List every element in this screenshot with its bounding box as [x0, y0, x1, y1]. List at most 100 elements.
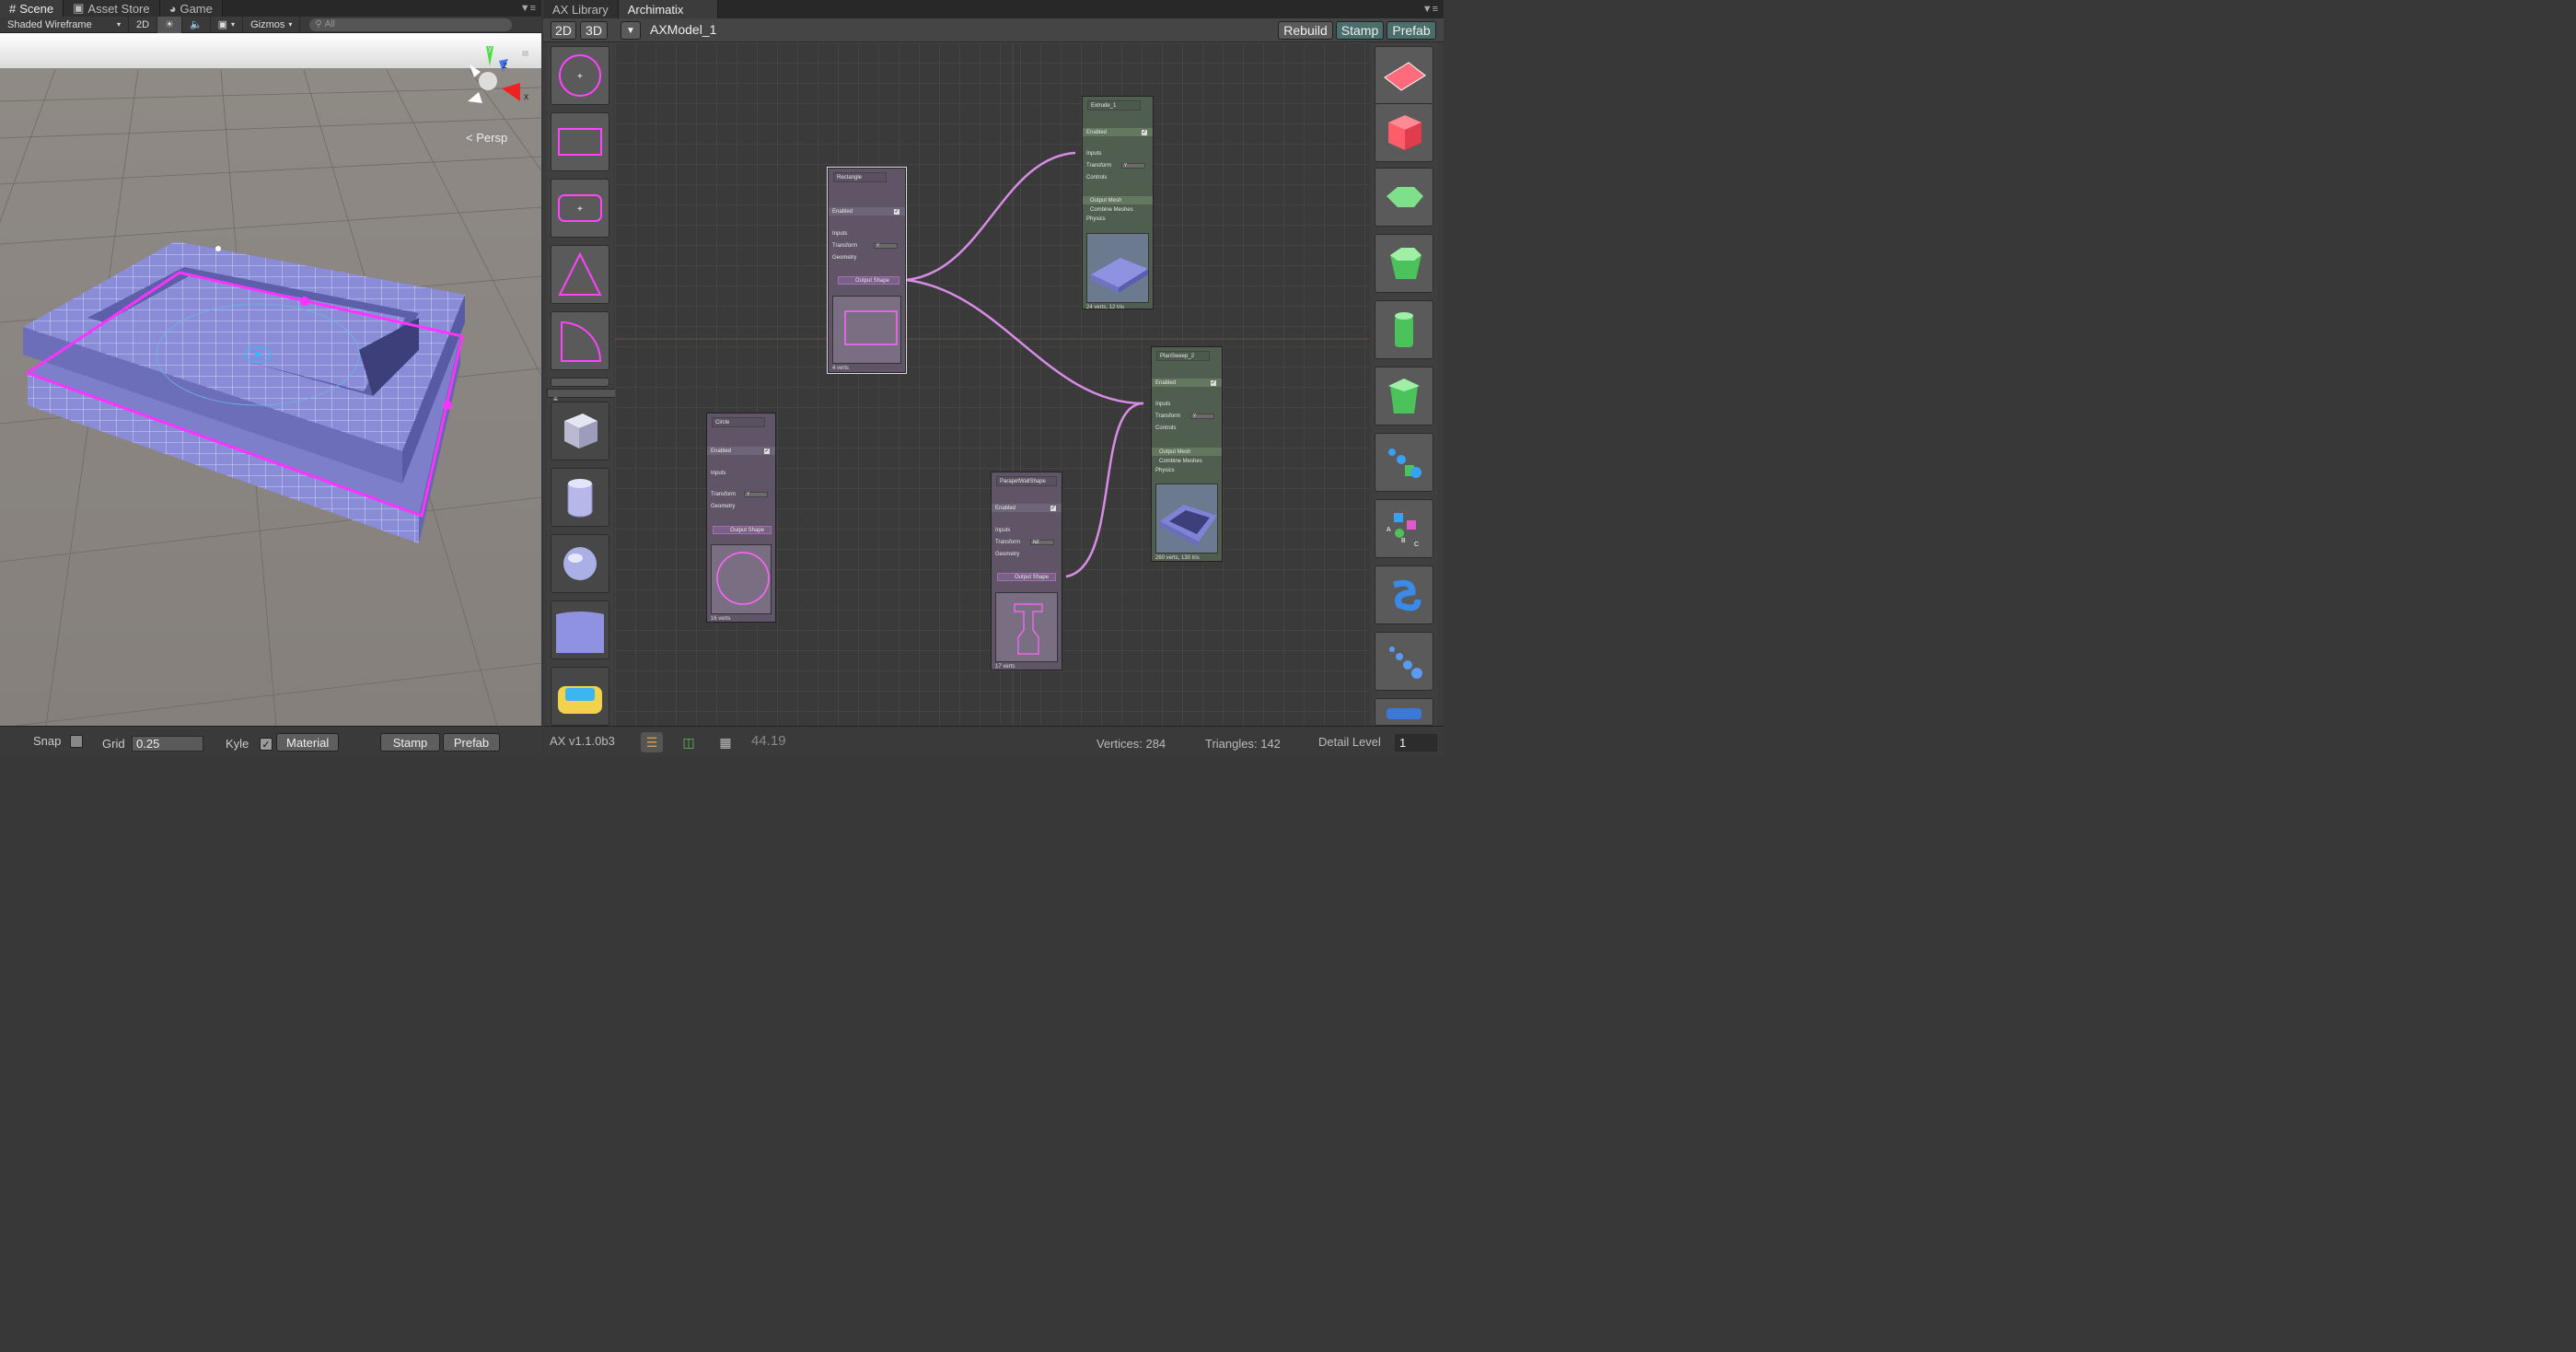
enabled-row[interactable]: Enabled ✓	[1083, 128, 1153, 136]
palette-arc-shape[interactable]	[551, 311, 609, 370]
tab-asset-store[interactable]: ▣ Asset Store	[64, 0, 160, 17]
audio-toggle[interactable]: 🔈	[182, 16, 211, 33]
tab-game[interactable]: ◕ Game	[159, 0, 223, 17]
parapet-wall-shape-node[interactable]: ParapetWallShape Enabled ✓ Inputs Transfo…	[991, 472, 1062, 670]
geometry-row[interactable]: Geometry	[992, 550, 1062, 558]
palette-repeater-mesh[interactable]	[1375, 433, 1433, 492]
effects-dropdown[interactable]: ▣ ▾	[211, 16, 244, 33]
rectangle-node[interactable]: Rectangle Enabled ✓ Inputs Transform Y Geo…	[827, 167, 907, 374]
inputs-row[interactable]: Inputs	[992, 526, 1062, 534]
tab-menu-icon[interactable]: ▼≡	[520, 3, 541, 14]
palette-red-cube[interactable]	[1375, 103, 1433, 162]
inputs-row[interactable]: Inputs	[1152, 400, 1222, 408]
extrude-node[interactable]: Extrude_1 Enabled ✓ Inputs Transform Y Con…	[1082, 96, 1154, 310]
snap-checkbox[interactable]	[70, 734, 84, 748]
wire-rect-to-extrude[interactable]	[905, 151, 1076, 282]
scene-3d-view[interactable]: y z x	[0, 33, 541, 726]
output-mesh-port[interactable]: Output Mesh	[1083, 196, 1153, 204]
rebuild-button[interactable]: Rebuild	[1278, 21, 1333, 40]
gizmo-lock-icon[interactable]	[522, 51, 528, 56]
detail-level-field[interactable]: 1	[1395, 734, 1437, 752]
inputs-row[interactable]: Inputs	[1083, 149, 1153, 157]
wire-parapet-to-plansweep[interactable]	[1065, 402, 1144, 578]
palette-abc-mesh[interactable]: A B C	[1375, 499, 1433, 558]
tab-archimatix[interactable]: Archimatix	[618, 0, 718, 18]
palette-spiral-mesh[interactable]	[1375, 565, 1433, 624]
2d-toggle[interactable]: 2D	[129, 16, 158, 33]
palette-triangle-shape[interactable]	[551, 245, 609, 304]
palette-rectangle-shape[interactable]	[551, 112, 609, 171]
node-title[interactable]: Circle	[712, 417, 765, 427]
palette-array-mesh[interactable]	[1375, 632, 1433, 691]
model-dropdown-icon[interactable]: ▼	[621, 21, 641, 40]
node-title[interactable]: ParapetWallShape	[996, 476, 1057, 486]
grid-size-field[interactable]: 0.25	[132, 736, 203, 752]
palette-green-prism[interactable]	[1375, 234, 1433, 293]
output-shape-port[interactable]: Output Shape	[713, 526, 772, 534]
physics-row[interactable]: Physics	[1083, 215, 1153, 223]
plansweep-node[interactable]: PlanSweep_2 Enabled ✓ Inputs Transform Y C…	[1151, 346, 1223, 562]
ax-stamp-button[interactable]: Stamp	[1336, 21, 1384, 40]
scene-stamp-button[interactable]: Stamp	[380, 733, 440, 752]
enabled-row[interactable]: Enabled ✓	[1152, 379, 1222, 387]
scene-search-input[interactable]: ⚲ All	[309, 17, 513, 31]
ax-2d-button[interactable]: 2D	[551, 21, 576, 40]
stack-button[interactable]: ☰	[641, 732, 663, 752]
tab-ax-library[interactable]: AX Library	[543, 0, 619, 18]
enabled-checkbox[interactable]: ✓	[1142, 129, 1147, 135]
node-title[interactable]: Rectangle	[833, 172, 887, 182]
palette-curved-wall-mesh[interactable]	[551, 600, 609, 659]
scene-viewport[interactable]: y z x < Persp	[0, 33, 541, 726]
palette-cylinder-mesh[interactable]	[551, 468, 609, 527]
enabled-row[interactable]: Enabled ✓	[707, 447, 775, 455]
geometry-row[interactable]: Geometry	[829, 253, 905, 262]
transform-row[interactable]: Transform Y	[707, 490, 775, 498]
physics-row[interactable]: Physics	[1152, 466, 1222, 474]
palette-divider[interactable]: ≡	[547, 389, 619, 403]
ax-3d-button[interactable]: 3D	[580, 21, 608, 40]
node-title[interactable]: PlanSweep_2	[1156, 351, 1210, 361]
palette-sphere-mesh[interactable]	[551, 534, 609, 593]
palette-box-mesh[interactable]	[551, 402, 609, 460]
transform-row[interactable]: Transform Y	[829, 241, 905, 250]
circle-node[interactable]: Circle Enabled ✓ Inputs Transform Y Geomet…	[706, 413, 776, 623]
gizmos-dropdown[interactable]: Gizmos ▾	[243, 16, 301, 33]
kyle-checkbox[interactable]: ✓	[260, 738, 273, 751]
transform-row[interactable]: Transform Y	[1152, 412, 1222, 420]
palette-plane-mesh[interactable]	[1375, 46, 1433, 105]
controls-row[interactable]: Controls	[1152, 424, 1222, 432]
enabled-checkbox[interactable]: ✓	[1211, 379, 1216, 386]
palette-green-column[interactable]	[1375, 300, 1433, 359]
palette-pool-mesh[interactable]	[551, 667, 609, 726]
node-title[interactable]: Extrude_1	[1087, 100, 1141, 111]
palette-green-tower[interactable]	[1375, 367, 1433, 425]
enabled-checkbox[interactable]: ✓	[764, 448, 770, 454]
transform-row[interactable]: Transform NZ	[992, 538, 1062, 546]
output-mesh-port[interactable]: Output Mesh	[1152, 448, 1222, 456]
transform-row[interactable]: Transform Y	[1083, 161, 1153, 169]
inputs-row[interactable]: Inputs	[707, 469, 775, 477]
geometry-row[interactable]: Geometry	[707, 502, 775, 510]
scene-prefab-button[interactable]: Prefab	[443, 733, 500, 752]
ax-prefab-button[interactable]: Prefab	[1387, 21, 1436, 40]
output-shape-port[interactable]: Output Shape	[838, 276, 899, 285]
handle-point[interactable]	[300, 297, 309, 306]
shading-dropdown[interactable]: Shaded Wireframe ▾	[0, 16, 129, 33]
material-button[interactable]: Material	[276, 733, 340, 752]
import-button[interactable]: ◫	[678, 732, 700, 752]
enabled-checkbox[interactable]: ✓	[894, 208, 899, 215]
controls-row[interactable]: Controls	[1083, 173, 1153, 181]
handle-point[interactable]	[443, 401, 452, 410]
palette-green-polygon[interactable]	[1375, 168, 1433, 227]
enabled-checkbox[interactable]: ✓	[1050, 505, 1056, 511]
output-shape-port[interactable]: Output Shape	[997, 573, 1056, 581]
palette-grid-array-mesh[interactable]	[1375, 698, 1433, 726]
palette-rounded-rect-shape[interactable]: +	[551, 179, 609, 238]
tab-menu-icon[interactable]: ▼≡	[1422, 4, 1444, 15]
lighting-toggle[interactable]: ☀	[157, 16, 182, 33]
enabled-row[interactable]: Enabled ✓	[992, 504, 1062, 512]
enabled-row[interactable]: Enabled ✓	[829, 207, 905, 216]
inputs-row[interactable]: Inputs	[829, 229, 905, 238]
node-graph[interactable]: Rectangle Enabled ✓ Inputs Transform Y Geo…	[615, 42, 1369, 726]
layout-button[interactable]: ▦	[714, 732, 737, 752]
